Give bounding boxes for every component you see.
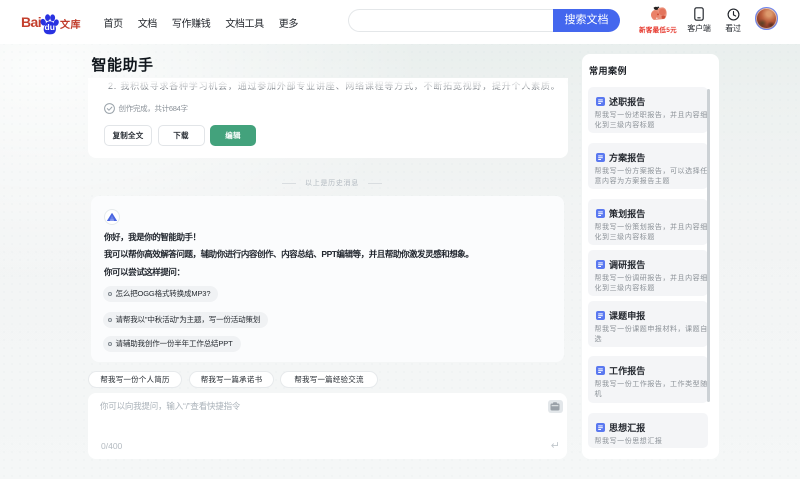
svg-text:du: du bbox=[45, 22, 55, 32]
